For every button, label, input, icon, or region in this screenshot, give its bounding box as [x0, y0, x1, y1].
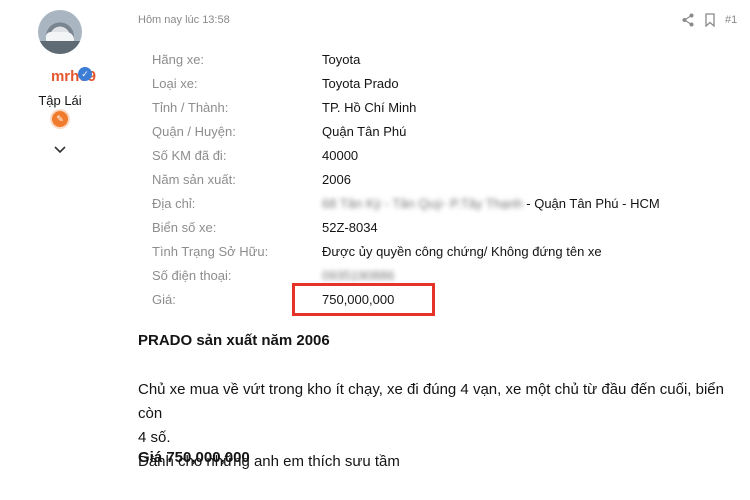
detail-label: Loại xe: — [152, 76, 198, 91]
detail-value: Quận Tân Phú — [322, 124, 407, 139]
detail-row-district: Quận / Huyện: Quận Tân Phú — [152, 122, 712, 142]
detail-label: Năm sản xuất: — [152, 172, 236, 187]
detail-row-city: Tỉnh / Thành: TP. Hồ Chí Minh — [152, 98, 712, 118]
post-number-link[interactable]: #1 — [725, 14, 737, 26]
detail-label: Hãng xe: — [152, 52, 205, 67]
post-heading: PRADO sản xuất năm 2006 — [138, 332, 330, 349]
avatar[interactable] — [38, 10, 82, 54]
detail-label: Địa chỉ: — [152, 196, 196, 211]
address-suffix: - Quận Tân Phú - HCM — [522, 196, 660, 211]
verified-badge-icon: ✓ — [78, 67, 92, 81]
detail-label: Giá: — [152, 292, 176, 307]
detail-value: 2006 — [322, 172, 351, 187]
detail-value: 52Z-8034 — [322, 220, 378, 235]
detail-value: Toyota Prado — [322, 76, 399, 91]
detail-row-model: Loại xe: Toyota Prado — [152, 74, 712, 94]
post-timestamp[interactable]: Hôm nay lúc 13:58 — [138, 14, 230, 26]
avatar-ground — [38, 41, 82, 54]
detail-value: 68 Tân Kỳ - Tân Quý- P.Tây Thạnh - Quận … — [322, 194, 660, 214]
detail-value: TP. Hồ Chí Minh — [322, 100, 417, 115]
paragraph-line: Chủ xe mua về vứt trong kho ít chạy, xe … — [138, 381, 724, 422]
post-price-line: Giá 750,000,000 — [138, 449, 250, 466]
detail-row-address: Địa chỉ: 68 Tân Kỳ - Tân Quý- P.Tây Thạn… — [152, 194, 712, 214]
detail-row-brand: Hãng xe: Toyota — [152, 50, 712, 70]
detail-row-mileage: Số KM đã đi: 40000 — [152, 146, 712, 166]
detail-value: Toyota — [322, 52, 361, 67]
detail-label: Quận / Huyện: — [152, 124, 236, 139]
detail-label: Tình Trạng Sở Hữu: — [152, 244, 269, 259]
detail-label: Biển số xe: — [152, 220, 217, 235]
detail-row-year: Năm sản xuất: 2006 — [152, 170, 712, 190]
author-panel: mrh09 ✓ Tập Lái ✎ — [0, 0, 120, 500]
user-rank: Tập Lái — [38, 93, 82, 108]
detail-value: 40000 — [322, 148, 359, 163]
detail-value: Được ủy quyền công chứng/ Không đứng tên… — [322, 244, 602, 259]
blurred-address: 68 Tân Kỳ - Tân Quý- P.Tây Thạnh — [322, 196, 523, 211]
rank-badge-icon: ✎ — [52, 111, 68, 127]
chevron-down-icon[interactable] — [53, 145, 67, 155]
share-icon[interactable] — [682, 13, 694, 27]
bookmark-icon[interactable] — [704, 13, 716, 27]
paragraph-line: 4 số. — [138, 429, 171, 446]
detail-label: Tỉnh / Thành: — [152, 100, 229, 115]
price-highlight-box — [292, 283, 435, 316]
detail-row-plate: Biển số xe: 52Z-8034 — [152, 218, 712, 238]
detail-label: Số điện thoại: — [152, 268, 232, 283]
detail-label: Số KM đã đi: — [152, 148, 227, 163]
detail-row-ownership: Tình Trạng Sở Hữu: Được ủy quyền công ch… — [152, 242, 712, 262]
